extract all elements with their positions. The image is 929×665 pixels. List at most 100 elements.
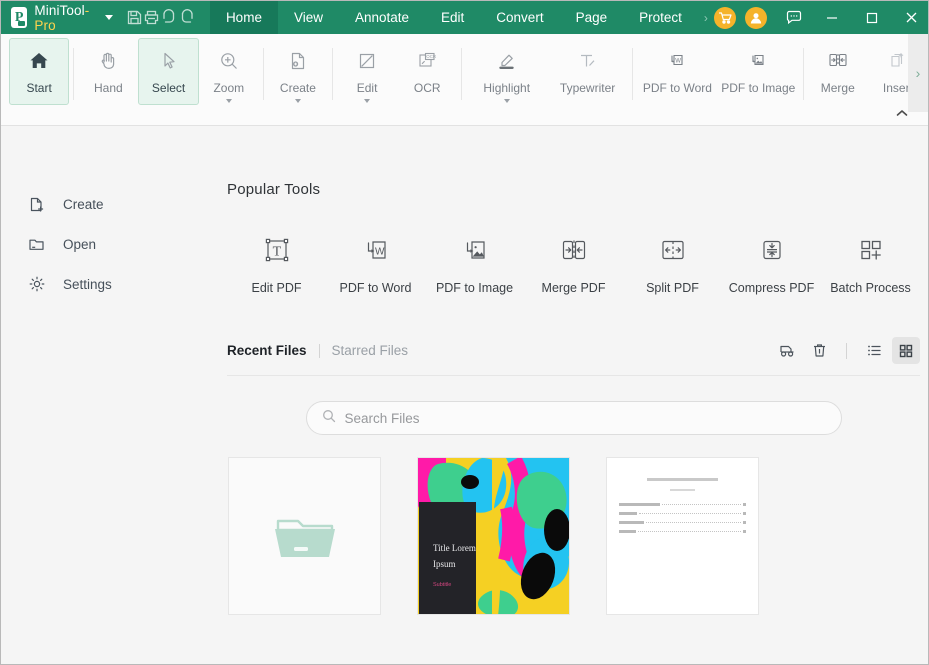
tool-pdf-to-word[interactable]: W PDF to Word [326, 230, 425, 295]
open-file-placeholder[interactable] [228, 457, 381, 615]
search-input[interactable] [344, 410, 826, 426]
sidebar-item-label: Create [63, 196, 104, 212]
ribbon-zoom-label: Zoom [213, 81, 245, 95]
redo-icon[interactable] [178, 5, 196, 31]
recent-actions [773, 337, 920, 364]
insert-page-icon [886, 46, 910, 76]
sidebar-item-settings[interactable]: Settings [1, 264, 209, 304]
file-thumbnail-document[interactable] [606, 457, 759, 615]
tool-label: PDF to Word [339, 281, 412, 295]
home-icon [28, 46, 50, 76]
app-title-main: MiniTool [34, 2, 85, 18]
tab-protect[interactable]: Protect [623, 1, 698, 34]
tab-convert[interactable]: Convert [480, 1, 559, 34]
ribbon-hand-label: Hand [93, 81, 123, 95]
ribbon-create-label: Create [279, 81, 316, 95]
tool-split-pdf[interactable]: Split PDF [623, 230, 722, 295]
chevron-down-icon[interactable] [225, 99, 232, 103]
cover-artwork: Title Lorem Ipsum Subtitle [418, 458, 569, 614]
doc-toc-row [619, 530, 746, 533]
ribbon-typewriter[interactable]: Typewriter [547, 38, 628, 99]
tab-page[interactable]: Page [560, 1, 624, 34]
ribbon-hand[interactable]: Hand [78, 38, 138, 99]
ribbon-select-label: Select [151, 81, 186, 95]
ribbon-zoom[interactable]: Zoom [199, 38, 259, 107]
ribbon-divider [632, 48, 633, 100]
chevron-down-icon[interactable] [503, 99, 510, 103]
pdf-to-word-icon: W [665, 46, 689, 76]
tabs-overflow-icon[interactable]: › [698, 1, 714, 34]
chevron-down-icon[interactable] [294, 99, 301, 103]
ribbon-select[interactable]: Select [138, 38, 199, 105]
svg-text:OCR: OCR [427, 54, 437, 59]
close-button[interactable] [892, 1, 929, 34]
tab-starred-files[interactable]: Starred Files [332, 343, 409, 358]
merge-icon [826, 46, 850, 76]
search-icon [322, 409, 336, 428]
tab-annotate[interactable]: Annotate [339, 1, 425, 34]
ribbon-scroll-right[interactable]: › [908, 34, 928, 112]
tab-edit[interactable]: Edit [425, 1, 480, 34]
menu-tabs: Home View Annotate Edit Convert Page Pro… [209, 1, 714, 34]
document-preview [607, 458, 758, 614]
app-title: MiniTool-Pro [34, 3, 94, 33]
delete-icon[interactable] [805, 337, 833, 364]
ribbon-highlight[interactable]: Highlight [466, 38, 547, 107]
maximize-button[interactable] [852, 1, 892, 34]
ribbon-merge[interactable]: Merge [808, 38, 868, 99]
sidebar-item-open[interactable]: Open [1, 224, 209, 264]
cover-title-line2: Ipsum [433, 559, 456, 569]
ribbon-start[interactable]: Start [9, 38, 70, 105]
clear-recent-icon[interactable] [773, 337, 801, 364]
ribbon-pdf-to-image[interactable]: PDF to Image [718, 38, 799, 99]
ribbon-start-label: Start [26, 81, 52, 95]
tab-home[interactable]: Home [209, 1, 278, 34]
highlighter-icon [494, 46, 520, 76]
tool-compress-pdf[interactable]: Compress PDF [722, 230, 821, 295]
tool-edit-pdf[interactable]: T Edit PDF [227, 230, 326, 295]
chevron-down-icon[interactable] [104, 15, 113, 20]
tool-merge-pdf[interactable]: Merge PDF [524, 230, 623, 295]
ribbon-divider [73, 48, 75, 100]
chevron-down-icon[interactable] [364, 99, 371, 103]
doc-title-line [646, 478, 719, 481]
cart-icon[interactable] [713, 6, 736, 29]
tool-label: Compress PDF [728, 281, 815, 295]
tab-recent-files[interactable]: Recent Files [227, 343, 307, 358]
undo-icon[interactable] [160, 5, 178, 31]
tool-label: Merge PDF [541, 281, 606, 295]
doc-toc-row [619, 512, 746, 515]
print-icon[interactable] [143, 5, 160, 31]
tool-batch-process[interactable]: Batch Process [821, 230, 920, 295]
text-box-icon: T [260, 230, 294, 270]
ribbon-create[interactable]: Create [268, 38, 328, 107]
ribbon-divider [332, 48, 333, 100]
ribbon-divider [802, 48, 804, 100]
ribbon-collapse-icon[interactable] [892, 108, 912, 121]
content-area: Popular Tools T Edit PDF W PDF to Word P… [209, 126, 928, 664]
tab-view[interactable]: View [278, 1, 339, 34]
ribbon-toolbar: Start Hand Select Zoom Create Edit OCR O… [1, 34, 928, 126]
minimize-button[interactable] [812, 1, 852, 34]
sidebar-item-create[interactable]: Create [1, 184, 209, 224]
search-box[interactable] [305, 401, 842, 435]
sidebar: Create Open Settings [1, 126, 209, 664]
grid-view-icon[interactable] [892, 337, 920, 364]
svg-text:W: W [375, 247, 385, 258]
file-thumbnail-cover[interactable]: Title Lorem Ipsum Subtitle [417, 457, 570, 615]
file-thumbnails: Title Lorem Ipsum Subtitle [227, 457, 920, 615]
list-view-icon[interactable] [860, 337, 888, 364]
save-icon[interactable] [126, 5, 143, 31]
pdf-to-word-icon: W [359, 230, 393, 270]
doc-toc-row [619, 521, 746, 524]
ribbon-ocr[interactable]: OCR OCR [397, 38, 457, 99]
merge-icon [557, 230, 591, 270]
tool-pdf-to-image[interactable]: PDF to Image [425, 230, 524, 295]
ribbon-pdf-to-word[interactable]: W PDF to Word [637, 38, 718, 99]
tool-label: Split PDF [646, 281, 699, 295]
feedback-icon[interactable] [776, 1, 812, 34]
app-brand[interactable]: P MiniTool-Pro [1, 3, 113, 33]
ribbon-edit[interactable]: Edit [337, 38, 397, 107]
ribbon-edit-label: Edit [356, 81, 378, 95]
account-icon[interactable] [744, 6, 767, 29]
